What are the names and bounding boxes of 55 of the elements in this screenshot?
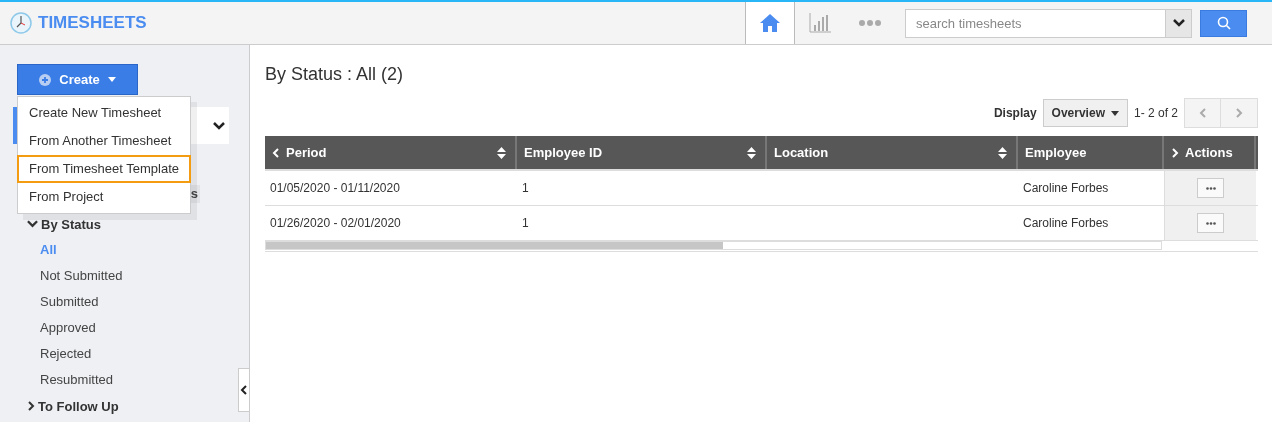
- column-header[interactable]: Employee ID: [517, 136, 767, 169]
- chevron-left-icon: [240, 385, 248, 395]
- actions-button[interactable]: [1197, 213, 1224, 233]
- more-icon: [859, 20, 881, 26]
- chevron-down-icon: [27, 220, 38, 228]
- create-button[interactable]: Create: [17, 64, 138, 95]
- display-label: Display: [993, 106, 1037, 120]
- pagination-text: 1- 2 of 2: [1133, 106, 1178, 120]
- bar-chart-icon: [809, 13, 831, 33]
- sidebar-item[interactable]: Approved: [27, 315, 96, 341]
- scrollbar[interactable]: [265, 241, 1162, 250]
- caret-icon: [1110, 110, 1119, 116]
- actions-button[interactable]: [1197, 178, 1224, 198]
- scrollbar-thumb[interactable]: [266, 242, 723, 249]
- chevron-right-icon: [1235, 108, 1243, 118]
- column-header[interactable]: Period: [265, 136, 517, 169]
- app-title: TIMESHEETS: [38, 13, 147, 33]
- search-button[interactable]: [1200, 9, 1247, 37]
- chevron-down-icon: [1172, 19, 1185, 27]
- chevron-left-icon: [1198, 108, 1207, 118]
- sidebar-item[interactable]: Rejected: [27, 341, 92, 367]
- column-header[interactable]: Actions: [1164, 136, 1256, 169]
- table-cell: 01/26/2020 - 02/01/2020: [270, 216, 401, 230]
- nav-tab[interactable]: [745, 2, 795, 44]
- next-page-button[interactable]: [1221, 99, 1257, 127]
- caret-icon: [107, 77, 116, 82]
- column-header[interactable]: Location: [767, 136, 1018, 169]
- collapse-button[interactable]: [238, 368, 249, 412]
- clock-icon: [10, 12, 32, 34]
- section-header[interactable]: To Follow Up: [27, 393, 119, 419]
- table-cell: 01/05/2020 - 01/11/2020: [270, 181, 400, 195]
- table-cell: Caroline Forbes: [1023, 181, 1109, 195]
- more-icon: [1205, 186, 1216, 190]
- table-cell: 1: [522, 216, 529, 230]
- search-field[interactable]: search timesheets: [905, 8, 1165, 38]
- search-icon: [1216, 16, 1231, 30]
- display-select[interactable]: Overview: [1042, 99, 1128, 127]
- more-icon: [1205, 221, 1216, 225]
- menu-item[interactable]: From Timesheet Template: [17, 155, 191, 183]
- menu-item[interactable]: From Another Timesheet: [17, 127, 191, 155]
- home-icon: [759, 13, 781, 33]
- menu-item[interactable]: Create New Timesheet: [17, 99, 191, 127]
- table-cell: Caroline Forbes: [1023, 216, 1109, 230]
- chevron-down-icon: [213, 121, 225, 130]
- plus-circle-icon: [39, 73, 52, 86]
- column-header[interactable]: Employee: [1018, 136, 1164, 169]
- page-heading: By Status : All (2): [265, 64, 405, 85]
- table-cell: 1: [522, 181, 529, 195]
- sidebar-item[interactable]: Resubmitted: [27, 367, 113, 393]
- search-dropdown-button[interactable]: [1165, 8, 1192, 38]
- previous-page-button[interactable]: [1185, 99, 1221, 127]
- sidebar-item[interactable]: Submitted: [27, 289, 99, 315]
- section-header[interactable]: By Status: [27, 211, 101, 237]
- chevron-right-icon: [27, 401, 35, 411]
- sidebar-item[interactable]: Not Submitted: [27, 263, 123, 289]
